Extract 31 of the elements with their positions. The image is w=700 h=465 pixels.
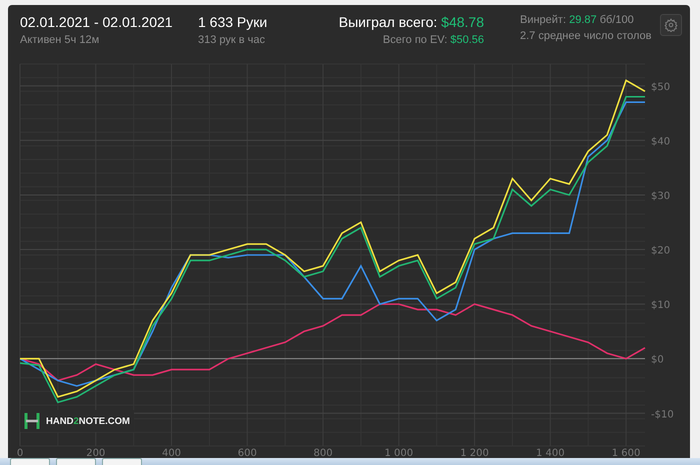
x-axis-label: 1 000 (384, 448, 414, 458)
y-axis-label: $0 (651, 354, 664, 366)
y-axis-label: $50 (651, 82, 670, 93)
x-axis-label: 1 400 (536, 448, 565, 458)
x-axis-label: 1 200 (460, 448, 489, 458)
logo-icon (24, 412, 40, 430)
x-axis-label: 800 (313, 448, 333, 458)
x-axis-label: 400 (162, 448, 182, 458)
settings-icon (664, 18, 678, 32)
taskbar-button[interactable] (56, 458, 96, 465)
date-range: 02.01.2021 - 02.01.2021 (20, 14, 173, 30)
settings-button[interactable] (660, 14, 682, 36)
winrate: Винрейт: 29.87 бб/100 (520, 14, 634, 26)
logo-text: HAND2NOTE.COM (46, 416, 130, 426)
y-axis-label: $30 (651, 190, 670, 202)
total-won: Выиграл всего: $48.78 (338, 14, 484, 30)
y-axis-label: $10 (651, 300, 670, 312)
taskbar-button[interactable] (10, 458, 50, 465)
taskbar-button[interactable] (102, 458, 142, 465)
hands-per-hour: 313 рук в час (198, 34, 266, 46)
x-axis-label: 600 (238, 448, 257, 458)
y-axis-label: -$10 (651, 409, 674, 420)
x-axis-label: 0 (16, 448, 24, 458)
x-axis-label: 1 600 (612, 448, 640, 458)
active-time: Активен 5ч 12м (20, 34, 100, 46)
average-tables: 2.7 среднее число столов (520, 30, 652, 42)
y-axis-label: $20 (651, 246, 670, 257)
total-ev: Всего по EV: $50.56 (382, 34, 484, 46)
x-axis-label: 200 (86, 448, 106, 458)
y-axis-label: $40 (651, 136, 670, 148)
hands-count: 1 633 Руки (198, 14, 268, 30)
